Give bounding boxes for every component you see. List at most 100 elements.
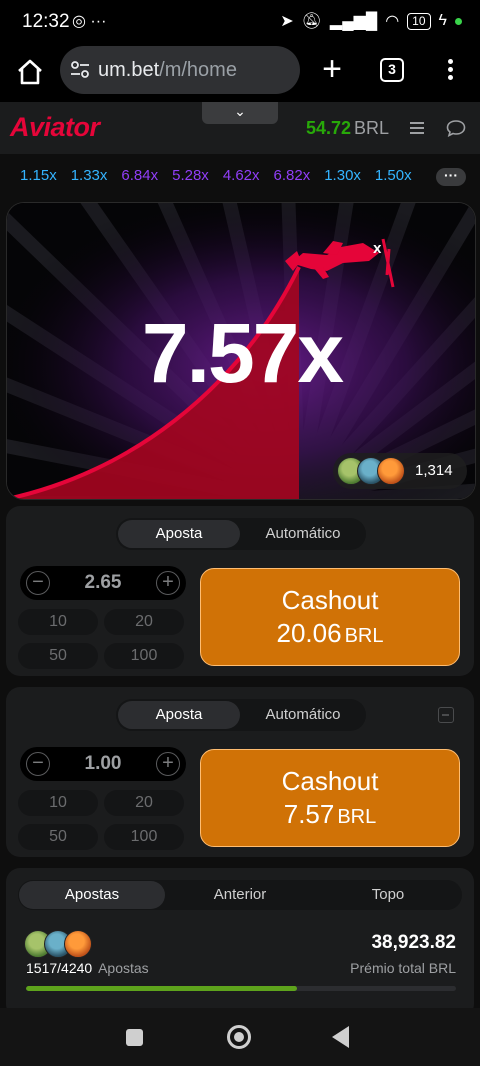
recents-button[interactable]	[126, 1029, 143, 1046]
cashout-currency: BRL	[344, 625, 384, 647]
home-icon	[18, 59, 42, 85]
remove-panel-button[interactable]	[438, 707, 454, 723]
url-text[interactable]: um.bet/m/home	[98, 59, 237, 82]
browser-menu-button[interactable]	[440, 56, 460, 86]
balance-amount: 54.72	[306, 118, 352, 138]
status-bar: 12:32 ◎ ··· ➤ 🔕︎ ▂▄▆█ ◠ 10 ϟ	[0, 0, 480, 44]
balance-currency: BRL	[354, 118, 390, 138]
balance: 54.72 BRL	[306, 118, 389, 139]
total-prize: 38,923.82	[371, 932, 456, 953]
total-prize-label: Prémio total BRL	[350, 960, 456, 976]
cashout-amount: 7.57	[283, 799, 335, 829]
quick-bet-10[interactable]: 10	[18, 609, 98, 635]
game-menu-icon[interactable]	[410, 122, 424, 137]
new-tab-button[interactable]: +	[316, 52, 348, 86]
bets-list: Apostas Anterior Topo 38,923.82 Prémio t…	[6, 868, 474, 1008]
bets-label: Apostas	[98, 960, 149, 976]
bets-tabs: Apostas Anterior Topo	[18, 880, 462, 910]
collapse-header-button[interactable]: ⌄	[202, 102, 278, 124]
cashout-button[interactable]: Cashout 7.57 BRL	[200, 749, 460, 847]
game-header: Aviator ⌄ 54.72 BRL	[0, 102, 480, 154]
bets-ratio: 1517/4240 Apostas	[26, 960, 149, 976]
online-players: 1,314	[333, 453, 467, 489]
cashout-label: Cashout	[281, 585, 379, 615]
notification-icons: ◎ ···	[72, 13, 107, 30]
cashout-value: 20.06 BRL	[201, 618, 459, 649]
history-multiplier: 5.28x	[172, 167, 209, 184]
history-multiplier: 1.30x	[324, 167, 361, 184]
aviator-logo: Aviator	[10, 112, 100, 142]
status-right: ➤ 🔕︎ ▂▄▆█ ◠ 10 ϟ	[280, 11, 462, 31]
wifi-icon: ◠	[385, 13, 400, 30]
cashout-label: Cashout	[281, 766, 379, 796]
history-multiplier: 1.33x	[70, 167, 108, 184]
bet-panel-1: Aposta Automático − 2.65 + 10 20 50 100 …	[6, 506, 474, 676]
quick-bet-10[interactable]: 10	[18, 790, 98, 816]
quick-bet-50[interactable]: 50	[18, 643, 98, 669]
bets-progress-bar	[26, 986, 456, 991]
decrease-bet-button[interactable]: −	[26, 571, 50, 595]
bet-amount-stepper: − 1.00 +	[20, 747, 186, 781]
bet-amount-input[interactable]: 2.65	[60, 572, 146, 594]
charging-icon: ϟ	[438, 12, 447, 29]
players-count: 1,314	[415, 462, 453, 479]
multiplier-history: 1.15x 1.33x 6.84x 5.28x 4.62x 6.82x 1.30x 1.50x…	[0, 162, 480, 192]
browser-toolbar: um.bet/m/home + 3	[0, 44, 480, 102]
tab-aposta[interactable]: Aposta	[118, 701, 240, 729]
tab-automatico[interactable]: Automático	[242, 701, 364, 729]
history-multiplier: 6.84x	[121, 167, 159, 184]
tab-aposta[interactable]: Aposta	[118, 520, 240, 548]
history-multiplier: 1.15x	[20, 167, 57, 184]
quick-bet-20[interactable]: 20	[104, 609, 184, 635]
back-button[interactable]	[332, 1026, 349, 1048]
increase-bet-button[interactable]: +	[156, 571, 180, 595]
android-nav-bar	[0, 1008, 480, 1066]
location-icon: ➤	[280, 13, 294, 30]
home-button[interactable]	[227, 1025, 251, 1049]
signal-icon: ▂▄▆█	[329, 13, 378, 30]
bet-amount-stepper: − 2.65 +	[20, 566, 186, 600]
minus-icon	[442, 714, 449, 716]
bet-mode-tabs: Aposta Automático	[116, 518, 366, 550]
tab-anterior[interactable]: Anterior	[167, 881, 313, 909]
quick-bet-100[interactable]: 100	[104, 643, 184, 669]
chat-icon[interactable]	[446, 119, 466, 137]
history-multiplier: 4.62x	[222, 167, 260, 184]
tab-switcher-button[interactable]: 3	[380, 58, 404, 82]
avatar	[64, 930, 92, 958]
history-expand-button[interactable]: ···	[436, 168, 466, 186]
browser-home-button[interactable]	[14, 56, 46, 88]
current-multiplier: 7.57x	[141, 306, 344, 400]
tab-apostas[interactable]: Apostas	[19, 881, 165, 909]
mute-icon: 🔕︎	[301, 13, 322, 30]
increase-bet-button[interactable]: +	[156, 752, 180, 776]
tab-topo[interactable]: Topo	[315, 881, 461, 909]
svg-text:X: X	[373, 243, 382, 256]
bet-mode-tabs: Aposta Automático	[116, 699, 366, 731]
decrease-bet-button[interactable]: −	[26, 752, 50, 776]
quick-bet-50[interactable]: 50	[18, 824, 98, 850]
aviator-game: Aviator ⌄ 54.72 BRL 1.15x 1.33x 6.84x 5.28x 4…	[0, 102, 480, 1008]
address-bar[interactable]: um.bet/m/home	[60, 46, 300, 94]
cashout-value: 7.57 BRL	[201, 799, 459, 830]
url-host: um.bet	[98, 59, 160, 81]
tab-automatico[interactable]: Automático	[242, 520, 364, 548]
progress-fill	[26, 986, 297, 991]
cashout-currency: BRL	[337, 806, 377, 828]
bet-panel-2: Aposta Automático − 1.00 + 10 20 50 100 …	[6, 687, 474, 857]
history-multiplier: 6.82x	[273, 167, 311, 184]
quick-bet-100[interactable]: 100	[104, 824, 184, 850]
game-canvas: X 7.57x 1,314	[6, 202, 476, 500]
bets-count: 1517/4240	[26, 960, 93, 976]
bet-amount-input[interactable]: 1.00	[60, 753, 146, 775]
status-time: 12:32	[22, 11, 70, 32]
quick-bet-20[interactable]: 20	[104, 790, 184, 816]
privacy-dot-icon	[455, 17, 462, 25]
cashout-amount: 20.06	[276, 618, 342, 648]
battery-icon: 10	[407, 12, 431, 30]
cashout-button[interactable]: Cashout 20.06 BRL	[200, 568, 460, 666]
history-list: 1.15x 1.33x 6.84x 5.28x 4.62x 6.82x 1.30x 1.50x	[20, 167, 430, 184]
history-multiplier: 1.50x	[374, 167, 412, 184]
site-settings-icon[interactable]	[70, 60, 90, 80]
url-path: /m/home	[159, 59, 237, 81]
